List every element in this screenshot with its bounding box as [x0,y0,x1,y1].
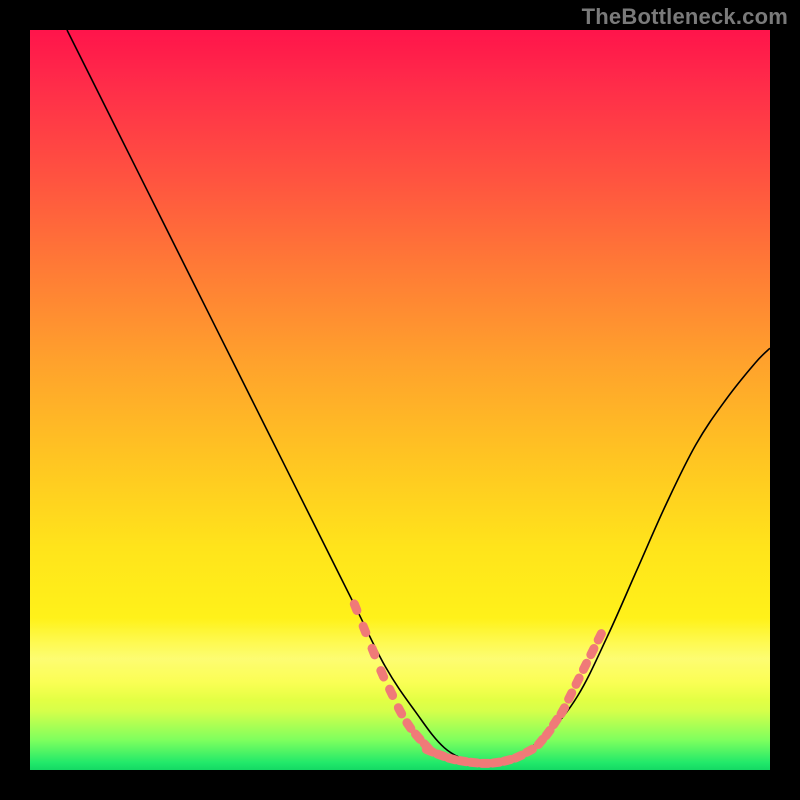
watermark-text: TheBottleneck.com [582,4,788,30]
marker-left-seg [366,643,380,661]
marker-left-seg [375,665,390,683]
marker-right-seg [563,687,578,705]
bottleneck-curve [67,30,770,764]
plot-area [30,30,770,770]
chart-frame: TheBottleneck.com [0,0,800,800]
marker-right-seg [592,628,607,646]
marker-left-seg [348,598,362,616]
marker-group [348,598,607,768]
marker-left-seg [392,702,407,720]
curve-svg [30,30,770,770]
